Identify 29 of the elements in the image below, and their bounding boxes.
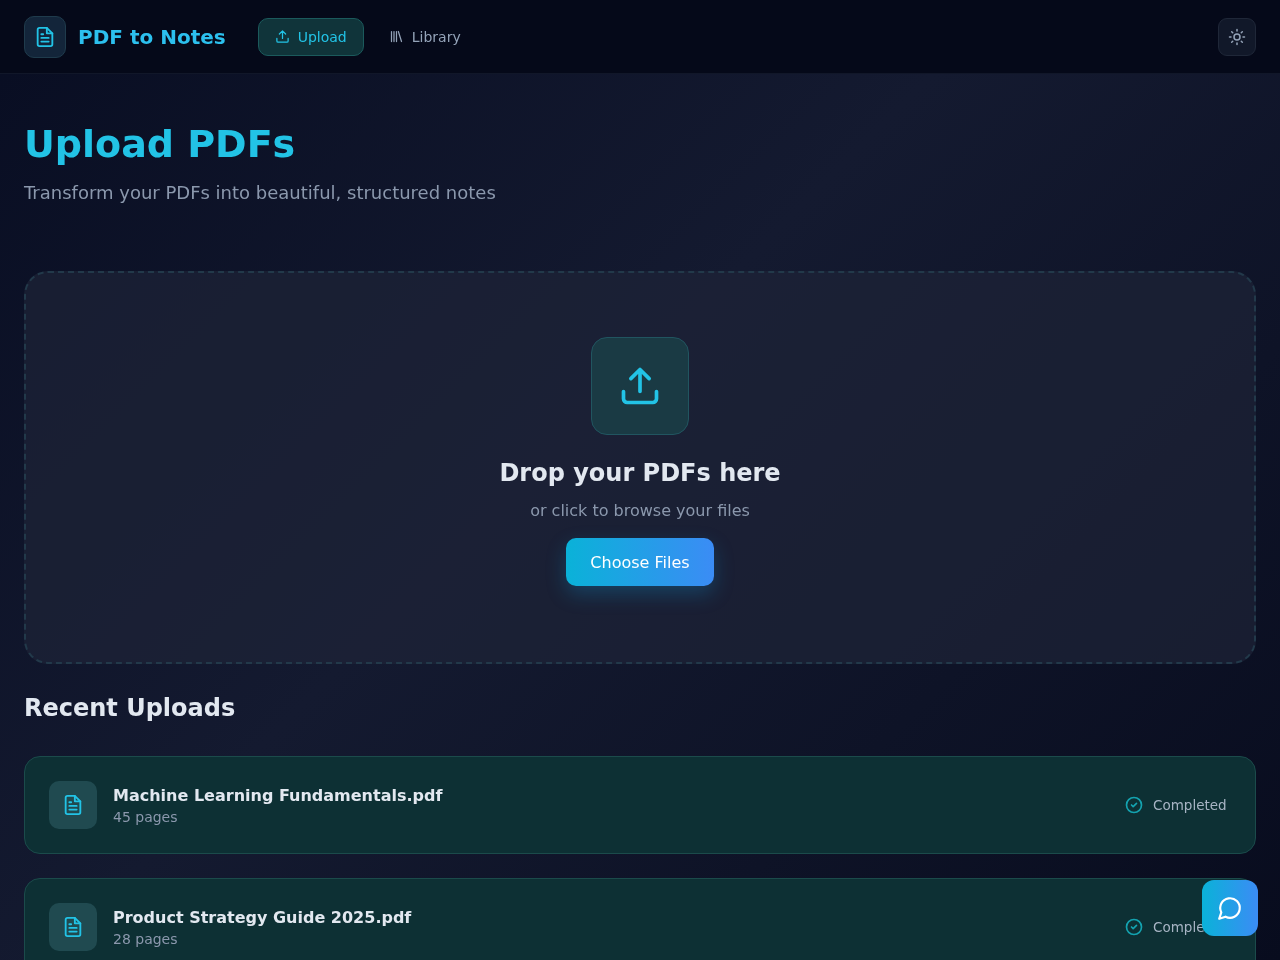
file-card[interactable]: Machine Learning Fundamentals.pdf 45 pages Completed [24,756,1256,854]
upload-icon [274,29,290,44]
check-circle-icon [1124,917,1144,937]
file-name: Product Strategy Guide 2025.pdf [113,907,412,927]
section-title: Recent Uploads [24,694,237,722]
check-circle-icon [1124,795,1144,815]
chat-button[interactable] [1202,880,1258,936]
page-title: Upload PDFs [24,122,297,166]
page-count: 45 pages [113,808,179,825]
file-name: Machine Learning Fundamentals.pdf [113,785,443,805]
theme-toggle-button[interactable] [1218,17,1256,56]
drop-hint: or click to browse your files [530,501,750,520]
books-icon [388,29,404,44]
document-icon [49,781,97,829]
sun-icon [1228,27,1246,46]
file-card[interactable]: Product Strategy Guide 2025.pdf 28 pages Comple [24,878,1256,960]
chat-bubble-icon [1217,895,1243,921]
nav-tab[interactable]: Upload [257,17,364,56]
app-name: PDF to Notes [78,24,226,49]
drop-heading: Drop your PDFs here [499,459,781,487]
drop-zone[interactable]: Drop your PDFs here or click to browse your files Choose Files [24,271,1256,664]
nav-tab[interactable]: Library [371,17,478,56]
status-label: Completed [1153,797,1227,813]
page-subtitle: Transform your PDFs into beautiful, structured notes [24,182,497,203]
page-count: 28 pages [113,930,179,947]
document-icon [49,903,97,951]
upload-icon [591,337,689,435]
logo-icon [24,15,66,58]
status-label: Comple [1153,919,1205,935]
